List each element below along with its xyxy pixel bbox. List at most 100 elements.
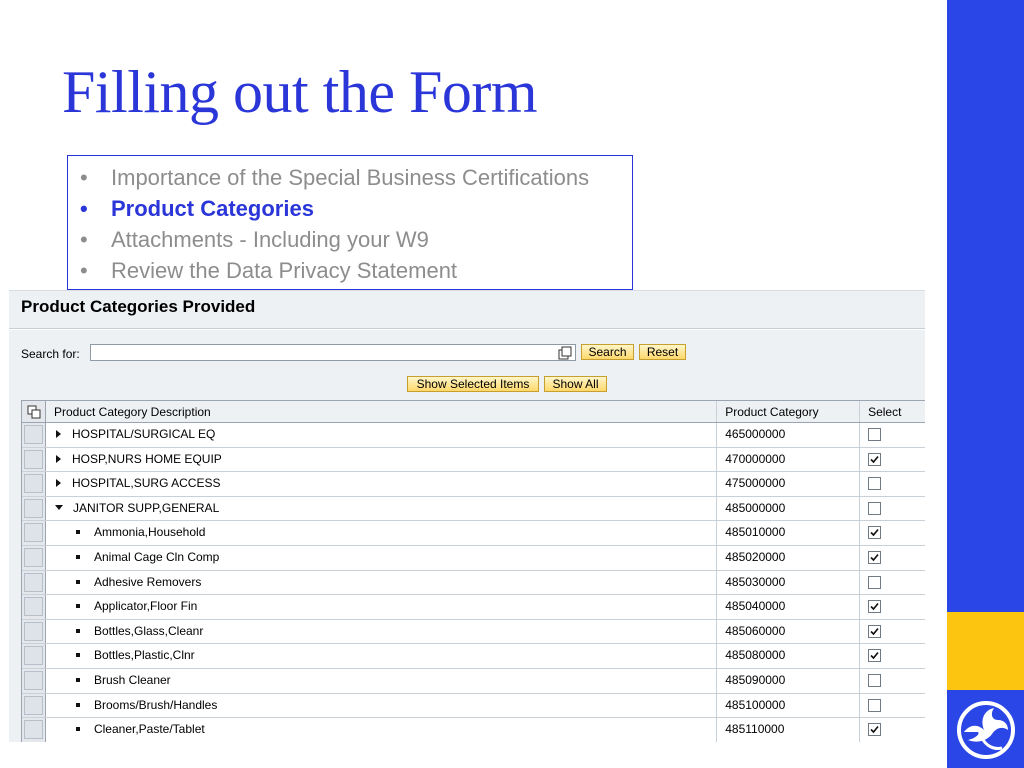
select-cell bbox=[860, 668, 925, 693]
expand-arrow-icon[interactable] bbox=[55, 430, 61, 438]
row-handle[interactable] bbox=[24, 646, 43, 666]
search-input[interactable] bbox=[90, 344, 576, 361]
row-selector[interactable] bbox=[22, 595, 46, 619]
category-description: Applicator,Floor Fin bbox=[93, 599, 198, 614]
select-all-column[interactable] bbox=[22, 401, 46, 422]
row-selector[interactable] bbox=[22, 718, 46, 742]
select-cell bbox=[860, 423, 925, 447]
row-handle[interactable] bbox=[24, 670, 43, 690]
select-checkbox[interactable] bbox=[868, 673, 882, 687]
side-band-yellow bbox=[947, 612, 1024, 690]
select-checkbox-checked[interactable] bbox=[868, 550, 882, 564]
select-checkbox-checked[interactable] bbox=[868, 624, 882, 638]
row-handle[interactable] bbox=[24, 621, 43, 641]
category-description-cell: HOSP,NURS HOME EQUIP bbox=[45, 447, 718, 472]
table-row[interactable]: HOSP,NURS HOME EQUIP 470000000 bbox=[22, 447, 925, 473]
category-description: HOSP,NURS HOME EQUIP bbox=[71, 451, 222, 466]
reset-button[interactable]: Reset bbox=[639, 344, 686, 360]
table-row[interactable]: Bottles,Plastic,Clnr 485080000 bbox=[22, 644, 925, 669]
leaf-bullet-icon bbox=[75, 677, 80, 682]
search-button[interactable]: Search bbox=[581, 344, 634, 360]
row-selector[interactable] bbox=[22, 644, 46, 668]
table-row[interactable]: Bottles,Glass,Cleanr 485060000 bbox=[22, 619, 925, 645]
category-description: JANITOR SUPP,GENERAL bbox=[72, 500, 220, 515]
table-row[interactable]: Brooms/Brush/Handles 485100000 bbox=[22, 693, 925, 719]
category-description-cell: Bottles,Glass,Cleanr bbox=[45, 619, 718, 644]
select-checkbox-checked[interactable] bbox=[868, 723, 882, 737]
table-row[interactable]: Animal Cage Cln Comp 485020000 bbox=[22, 545, 925, 571]
agenda-box: Importance of the Special Business Certi… bbox=[67, 155, 633, 290]
select-checkbox[interactable] bbox=[868, 428, 882, 441]
row-handle[interactable] bbox=[24, 547, 43, 567]
category-description: Bottles,Glass,Cleanr bbox=[93, 623, 204, 638]
row-selector[interactable] bbox=[22, 570, 46, 595]
category-code: 485020000 bbox=[717, 545, 861, 570]
table-row[interactable]: JANITOR SUPP,GENERAL 485000000 bbox=[22, 496, 925, 522]
category-description: Ammonia,Household bbox=[93, 525, 206, 540]
leaf-bullet-icon bbox=[75, 604, 80, 609]
select-checkbox[interactable] bbox=[868, 698, 882, 712]
table-row[interactable]: Brush Cleaner 485090000 bbox=[22, 668, 925, 694]
category-description: Animal Cage Cln Comp bbox=[93, 549, 220, 564]
show-all-button[interactable]: Show All bbox=[544, 376, 607, 392]
expand-arrow-icon[interactable] bbox=[55, 454, 61, 463]
row-selector[interactable] bbox=[22, 447, 46, 472]
select-checkbox-checked[interactable] bbox=[868, 649, 882, 663]
leaf-bullet-icon bbox=[75, 653, 80, 658]
column-header-description[interactable]: Product Category Description bbox=[46, 401, 718, 422]
agenda-item: Attachments - Including your W9 bbox=[68, 226, 632, 257]
row-handle[interactable] bbox=[24, 523, 43, 543]
table-row[interactable]: Adhesive Removers 485030000 bbox=[22, 570, 925, 596]
category-code: 485080000 bbox=[717, 644, 861, 668]
category-description-cell: HOSPITAL/SURGICAL EQ bbox=[45, 423, 718, 447]
row-handle[interactable] bbox=[24, 597, 43, 617]
row-selector[interactable] bbox=[22, 472, 46, 496]
agenda-item: Importance of the Special Business Certi… bbox=[68, 164, 632, 195]
select-checkbox-checked[interactable] bbox=[868, 526, 882, 540]
agenda-list: Importance of the Special Business Certi… bbox=[68, 156, 632, 288]
category-description-cell: Ammonia,Household bbox=[45, 521, 718, 545]
select-cell bbox=[860, 595, 925, 619]
select-checkbox[interactable] bbox=[868, 501, 882, 515]
panel-header: Product Categories Provided bbox=[9, 291, 925, 329]
row-handle[interactable] bbox=[24, 425, 43, 444]
show-selected-items-button[interactable]: Show Selected Items bbox=[407, 376, 539, 392]
category-description: Cleaner,Paste/Tablet bbox=[93, 722, 205, 737]
table-row[interactable]: Ammonia,Household 485010000 bbox=[22, 521, 925, 546]
row-selector[interactable] bbox=[22, 668, 46, 693]
select-all-icon[interactable] bbox=[27, 405, 41, 419]
row-handle[interactable] bbox=[24, 695, 43, 715]
row-selector[interactable] bbox=[22, 693, 46, 718]
select-cell bbox=[860, 496, 925, 521]
row-handle[interactable] bbox=[24, 474, 43, 494]
row-handle[interactable] bbox=[24, 498, 43, 518]
select-checkbox-checked[interactable] bbox=[868, 452, 882, 466]
row-handle[interactable] bbox=[24, 572, 43, 592]
row-selector[interactable] bbox=[22, 619, 46, 644]
column-header-select[interactable]: Select bbox=[860, 401, 925, 422]
table-row[interactable]: HOSPITAL,SURG ACCESS 475000000 bbox=[22, 472, 925, 497]
expand-arrow-icon[interactable] bbox=[55, 479, 61, 488]
category-description-cell: Adhesive Removers bbox=[45, 570, 718, 595]
row-selector[interactable] bbox=[22, 496, 46, 521]
table-row[interactable]: Applicator,Floor Fin 485040000 bbox=[22, 595, 925, 620]
collapse-arrow-icon[interactable] bbox=[54, 504, 63, 510]
select-checkbox[interactable] bbox=[868, 575, 882, 589]
row-handle[interactable] bbox=[24, 449, 43, 469]
row-handle[interactable] bbox=[24, 720, 43, 740]
value-help-icon[interactable] bbox=[558, 346, 572, 360]
row-selector[interactable] bbox=[22, 545, 46, 570]
category-description-cell: Animal Cage Cln Comp bbox=[45, 545, 718, 570]
table-row[interactable]: HOSPITAL/SURGICAL EQ 465000000 bbox=[22, 423, 925, 448]
select-cell bbox=[860, 693, 925, 718]
select-checkbox[interactable] bbox=[868, 477, 882, 491]
agenda-item: Product Categories bbox=[68, 195, 632, 226]
category-description-cell: Applicator,Floor Fin bbox=[45, 595, 718, 619]
row-selector[interactable] bbox=[22, 423, 46, 447]
column-header-category[interactable]: Product Category bbox=[717, 401, 861, 422]
select-cell bbox=[860, 472, 925, 496]
table-row[interactable]: Cleaner,Paste/Tablet 485110000 bbox=[22, 718, 925, 742]
row-selector[interactable] bbox=[22, 521, 46, 545]
select-checkbox-checked[interactable] bbox=[868, 600, 882, 614]
select-cell bbox=[860, 718, 925, 742]
